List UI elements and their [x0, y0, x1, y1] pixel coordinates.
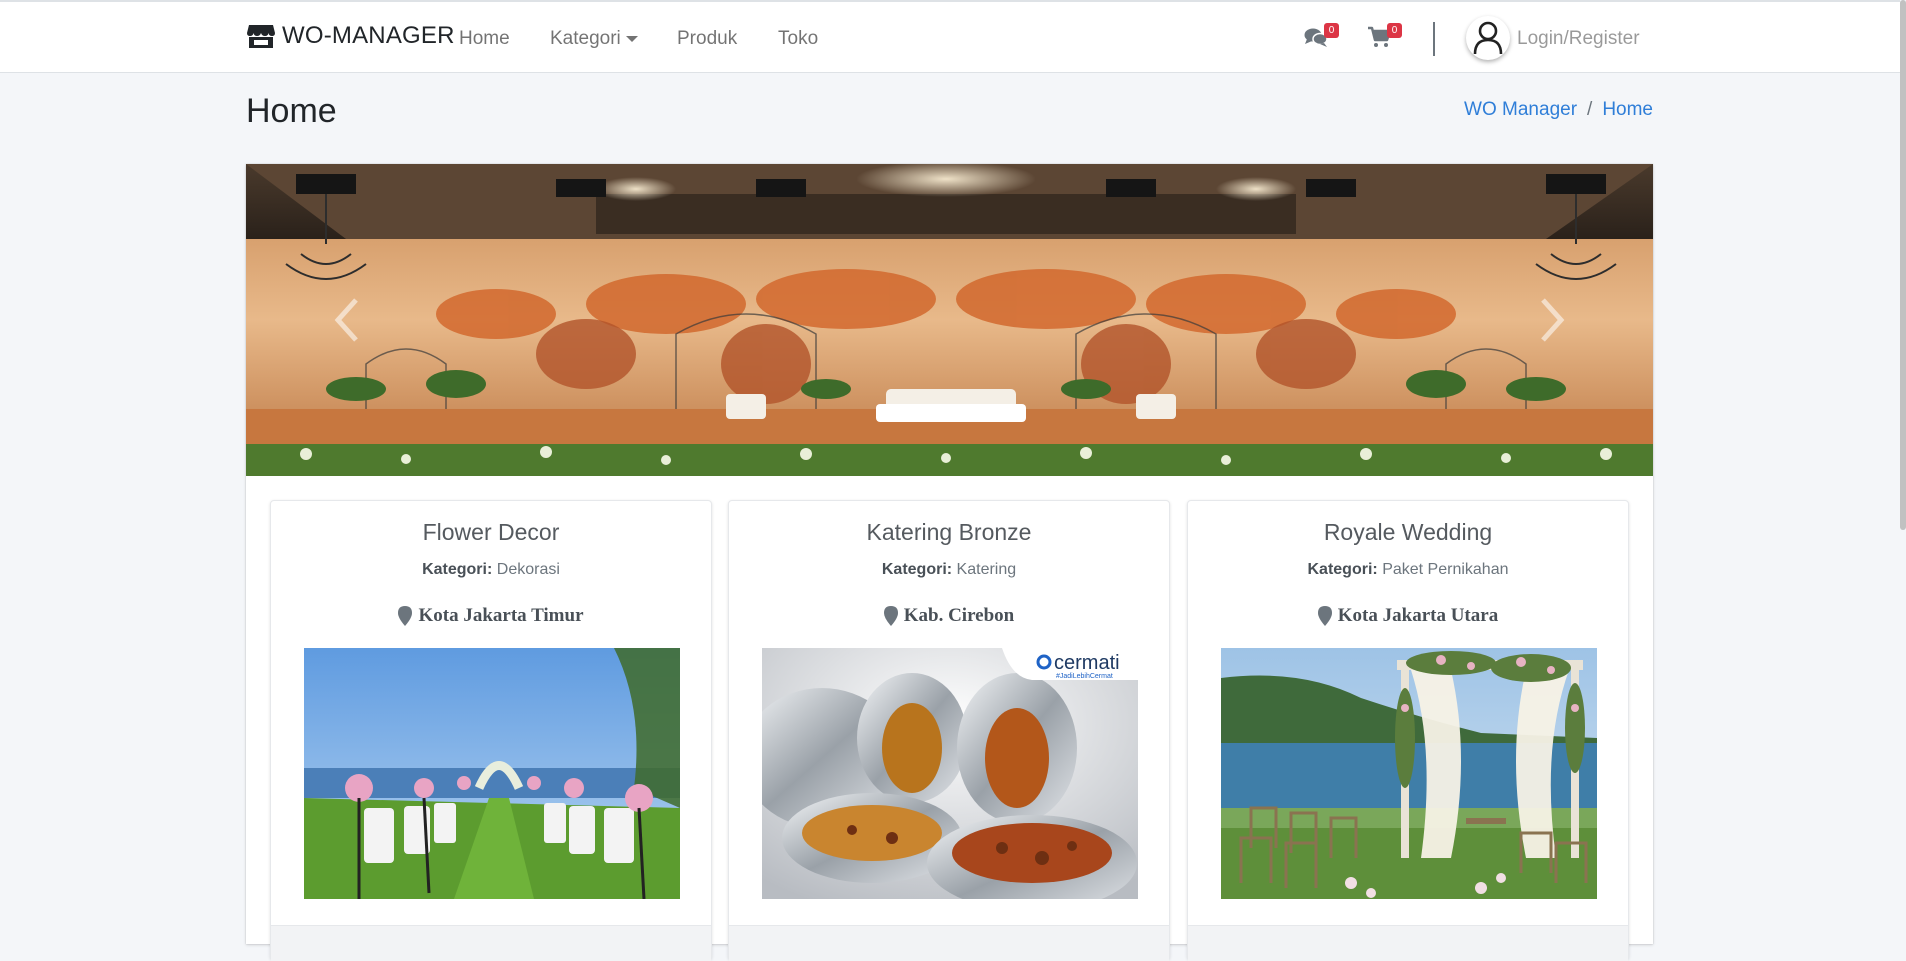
banner-carousel — [246, 164, 1653, 476]
top-navbar: WO-MANAGER Home Kategori Produk Toko 0 0 — [0, 0, 1906, 73]
navbar-divider — [1433, 22, 1435, 56]
chevron-left-icon — [334, 298, 358, 342]
messages-button[interactable]: 0 — [1304, 23, 1339, 53]
page-scrollbar-thumb[interactable] — [1900, 0, 1906, 530]
map-marker-icon — [1317, 606, 1332, 626]
location-text: Kota Jakarta Timur — [418, 605, 584, 626]
category-value: Katering — [956, 561, 1017, 578]
carousel-prev-button[interactable] — [246, 164, 446, 476]
user-icon — [1473, 21, 1503, 55]
cart-count-badge: 0 — [1387, 23, 1402, 38]
product-card[interactable]: Katering Bronze Kategori: Katering Kab. … — [728, 500, 1170, 961]
nav-produk[interactable]: Produk — [677, 28, 737, 50]
location-text: Kab. Cirebon — [903, 605, 1015, 626]
brand-name: WO-MANAGER — [282, 22, 455, 49]
product-card-footer — [729, 925, 1169, 961]
product-card-footer — [1188, 925, 1628, 961]
breadcrumb: WO Manager / Home — [1464, 99, 1653, 121]
breadcrumb-separator: / — [1587, 99, 1593, 120]
map-marker-icon — [883, 606, 898, 626]
location-text: Kota Jakarta Utara — [1337, 605, 1499, 626]
product-image[interactable]: cermati #JadiLebihCermat — [762, 648, 1138, 899]
map-marker-icon — [398, 606, 413, 626]
product-location: Kota Jakarta Timur — [271, 605, 711, 627]
brand-link[interactable]: WO-MANAGER — [246, 22, 455, 50]
carousel-slide-image — [246, 164, 1653, 476]
page-scrollbar[interactable] — [1900, 0, 1906, 933]
category-label: Kategori: — [881, 561, 953, 578]
nav-home[interactable]: Home — [459, 28, 510, 50]
nav-kategori-dropdown[interactable]: Kategori — [550, 28, 638, 50]
product-card[interactable]: Royale Wedding Kategori: Paket Pernikaha… — [1187, 500, 1629, 961]
product-card[interactable]: Flower Decor Kategori: Dekorasi Kota Jak… — [270, 500, 712, 961]
category-label: Kategori: — [1307, 561, 1378, 578]
category-value: Dekorasi — [496, 561, 560, 578]
cart-button[interactable]: 0 — [1367, 23, 1402, 53]
breadcrumb-item-wo-manager[interactable]: WO Manager — [1464, 99, 1577, 121]
carousel-next-button[interactable] — [1453, 164, 1653, 476]
product-image[interactable] — [1221, 648, 1597, 899]
caret-down-icon — [625, 36, 638, 42]
user-avatar[interactable] — [1466, 16, 1510, 60]
product-title[interactable]: Royale Wedding — [1188, 519, 1628, 546]
page-title: Home — [246, 92, 337, 130]
product-category: Kategori: Paket Pernikahan — [1188, 561, 1628, 579]
chevron-right-icon — [1541, 298, 1565, 342]
product-location: Kota Jakarta Utara — [1188, 605, 1628, 627]
product-location: Kab. Cirebon — [729, 605, 1169, 627]
nav-kategori-label: Kategori — [550, 28, 621, 49]
product-image[interactable] — [304, 648, 680, 899]
cermati-watermark-tag: #JadiLebihCermat — [1056, 673, 1113, 680]
product-title[interactable]: Katering Bronze — [729, 519, 1169, 546]
product-card-footer — [271, 925, 711, 961]
nav-toko[interactable]: Toko — [778, 28, 818, 50]
category-label: Kategori: — [422, 561, 493, 578]
cermati-watermark: cermati — [1054, 652, 1120, 674]
product-title[interactable]: Flower Decor — [271, 519, 711, 546]
category-value: Paket Pernikahan — [1382, 561, 1509, 578]
product-category: Kategori: Katering — [729, 561, 1169, 579]
login-register-link[interactable]: Login/Register — [1517, 28, 1640, 50]
store-icon — [247, 25, 275, 48]
messages-count-badge: 0 — [1324, 23, 1339, 38]
product-category: Kategori: Dekorasi — [271, 561, 711, 579]
breadcrumb-item-home[interactable]: Home — [1602, 99, 1653, 121]
